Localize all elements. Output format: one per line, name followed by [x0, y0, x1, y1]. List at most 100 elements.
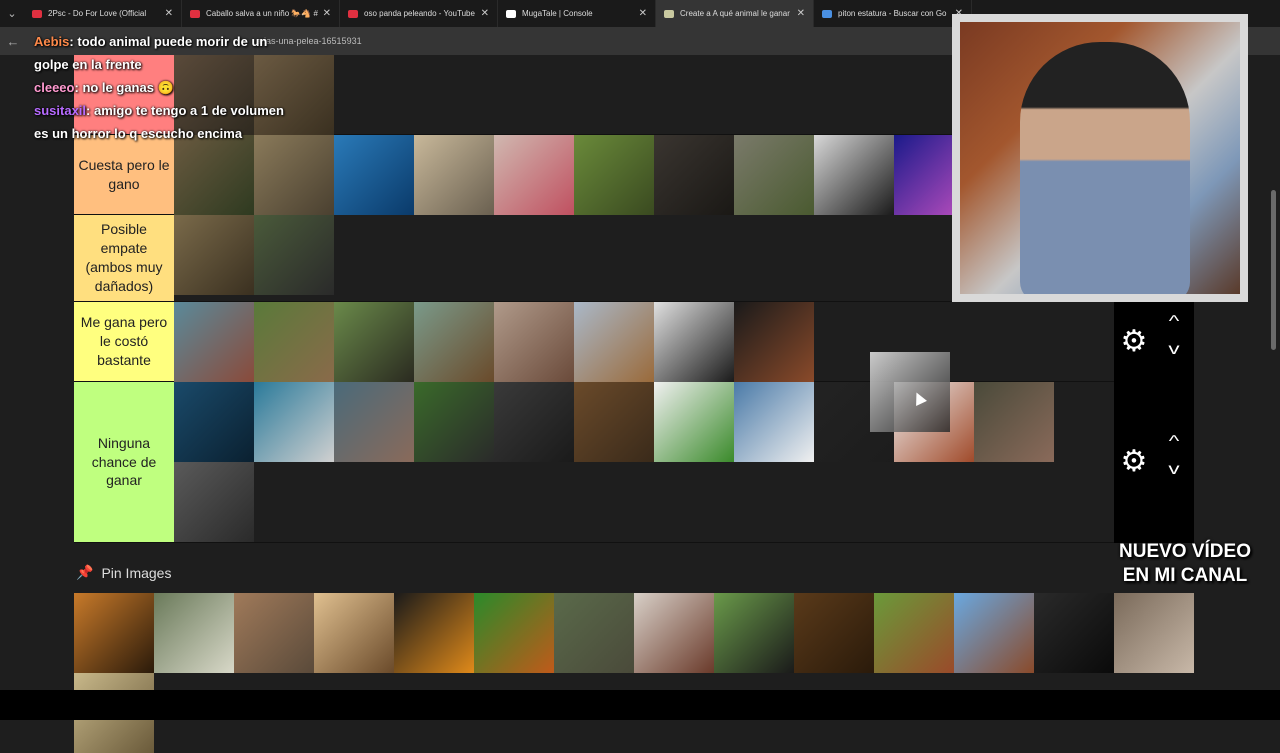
tier-label[interactable]: Posible empate (ambos muy dañados) [74, 215, 174, 301]
tab-favicon-icon [190, 9, 200, 18]
tab-close-icon[interactable]: ✕ [797, 8, 805, 19]
tier-label[interactable]: Ninguna chance de ganar [74, 382, 174, 542]
tiger-image[interactable] [74, 593, 154, 673]
bottom-bar [0, 690, 1280, 720]
streamer-figure [1020, 42, 1190, 294]
gorilla-image[interactable] [414, 382, 494, 462]
sloth-image[interactable] [174, 135, 254, 215]
chat-separator: : [86, 103, 94, 118]
panther-image[interactable] [1034, 593, 1114, 673]
tier-row: Me gana pero le costó bastante [74, 302, 1114, 382]
tab-title: Create a A qué animal le ganar [680, 9, 790, 18]
bull-image[interactable] [874, 593, 954, 673]
tier-row: Ninguna chance de ganar [74, 382, 1114, 543]
log-image[interactable] [654, 135, 734, 215]
crow-image[interactable] [814, 135, 894, 215]
rhino-image[interactable] [174, 462, 254, 542]
horse-image[interactable] [734, 302, 814, 382]
wolf-image[interactable] [494, 382, 574, 462]
bat-image[interactable] [954, 593, 1034, 673]
stream-chat-overlay: Aebis: todo animal puede morir de un gol… [34, 30, 294, 145]
ostrich-image[interactable] [414, 135, 494, 215]
frog-image[interactable] [474, 593, 554, 673]
back-arrow-icon[interactable]: ← [0, 34, 26, 49]
move-down-chevron-icon[interactable]: v [1160, 341, 1188, 359]
chat-message: cleeeo: no le ganas 🙃 [34, 76, 294, 99]
browser-tab[interactable]: Create a A qué animal le ganar ✕ [656, 0, 814, 27]
move-down-chevron-icon[interactable]: v [1160, 461, 1188, 479]
tier-controls: ⚙ ^ v [1114, 302, 1194, 382]
python-image[interactable] [174, 215, 254, 295]
walrus-image[interactable] [174, 302, 254, 382]
tab-favicon-icon [664, 9, 674, 18]
tab-close-icon[interactable]: ✕ [639, 8, 647, 19]
tarantula-image[interactable] [634, 593, 714, 673]
dolphin-image[interactable] [334, 135, 414, 215]
tab-close-icon[interactable]: ✕ [481, 8, 489, 19]
lions-image[interactable] [234, 593, 314, 673]
panda-image[interactable] [654, 382, 734, 462]
komodo-image[interactable] [554, 593, 634, 673]
tab-close-icon[interactable]: ✕ [165, 8, 173, 19]
shark-image[interactable] [254, 382, 334, 462]
scrollbar-thumb[interactable] [1271, 190, 1276, 350]
image-pool [74, 593, 1198, 753]
tab-title: Caballo salva a un niño 🐎🐴 # [206, 9, 318, 18]
gear-icon[interactable]: ⚙ [1119, 447, 1149, 477]
porcupine-image[interactable] [314, 593, 394, 673]
pin-images-header[interactable]: 📌 Pin Images [76, 564, 171, 581]
polarbear-image[interactable] [734, 382, 814, 462]
pin-images-label: Pin Images [101, 564, 172, 581]
hippo-image[interactable] [974, 382, 1054, 462]
tier-label[interactable]: Cuesta pero le gano [74, 135, 174, 214]
chat-username: susitaxil [34, 103, 87, 118]
page-scrollbar[interactable] [1268, 55, 1280, 690]
buffalo-image[interactable] [334, 302, 414, 382]
kangaroo-image[interactable] [254, 302, 334, 382]
tab-favicon-icon [348, 9, 358, 18]
flamingo-image[interactable] [494, 135, 574, 215]
pitbull-image[interactable] [494, 302, 574, 382]
tier-items [174, 382, 1114, 542]
crocodile-image[interactable] [154, 593, 234, 673]
tab-title: piton estatura - Buscar con Go [838, 9, 947, 18]
zebra-image[interactable] [654, 302, 734, 382]
gear-icon[interactable]: ⚙ [1119, 327, 1149, 357]
tab-close-icon[interactable]: ✕ [323, 8, 331, 19]
pin-icon: 📌 [76, 564, 94, 580]
elephant-image[interactable] [334, 382, 414, 462]
lion-image[interactable] [794, 593, 874, 673]
cougar-image[interactable] [1114, 593, 1194, 673]
tier-label[interactable]: Me gana pero le costó bastante [74, 302, 174, 381]
tier-items [174, 302, 1114, 382]
chat-username: Aebis [34, 34, 70, 49]
chat-username: cleeeo [34, 80, 75, 95]
anteater-image[interactable] [254, 215, 334, 295]
giraffe-image[interactable] [574, 302, 654, 382]
browser-tab[interactable]: Caballo salva a un niño 🐎🐴 # ✕ [182, 0, 340, 27]
hyena-image[interactable] [254, 135, 334, 215]
lapwing-image[interactable] [714, 593, 794, 673]
tab-title: oso panda peleando - YouTube [364, 9, 475, 18]
chat-message: Aebis: todo animal puede morir de un gol… [34, 30, 294, 76]
deer-image[interactable] [414, 302, 494, 382]
toucan-image[interactable] [394, 593, 474, 673]
tortoise-image[interactable] [574, 135, 654, 215]
move-up-chevron-icon[interactable]: ^ [1160, 313, 1188, 331]
webcam-overlay [952, 14, 1248, 302]
whale-image[interactable] [174, 382, 254, 462]
wombat-image[interactable] [734, 135, 814, 215]
browser-tab[interactable]: MugaTale | Console ✕ [498, 0, 656, 27]
dragging-eagle-image[interactable] [870, 352, 950, 432]
tab-favicon-icon [822, 9, 832, 18]
browser-tab[interactable]: 2Psc - Do For Love (Official ✕ [24, 0, 182, 27]
browser-tab[interactable]: piton estatura - Buscar con Go✕ [814, 0, 972, 27]
chat-message: susitaxil: amigo te tengo a 1 de volumen… [34, 99, 294, 145]
browser-tab[interactable]: oso panda peleando - YouTube ✕ [340, 0, 498, 27]
tab-list-menu-icon[interactable]: ⌄ [0, 0, 24, 27]
promo-line-2: EN MI CANAL [1122, 565, 1248, 586]
move-up-chevron-icon[interactable]: ^ [1160, 433, 1188, 451]
bear-image[interactable] [574, 382, 654, 462]
tab-title: 2Psc - Do For Love (Official [48, 9, 147, 18]
promo-line-1: NUEVO VÍDEO [1119, 541, 1251, 562]
